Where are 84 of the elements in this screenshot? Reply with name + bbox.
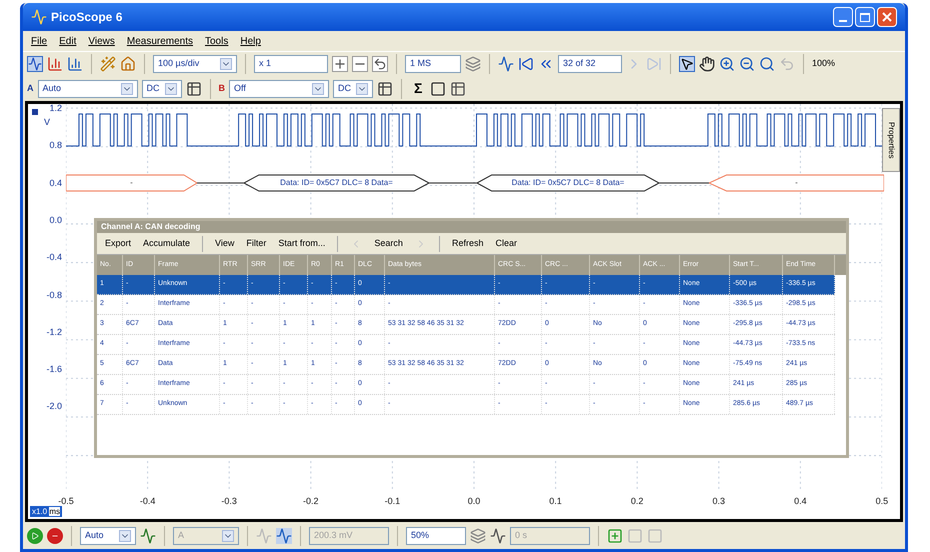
search-icon[interactable] bbox=[759, 56, 775, 72]
panel-title: Channel A: CAN decoding bbox=[101, 221, 202, 233]
y-axis-label: -1.2 bbox=[46, 326, 62, 339]
y-axis-label: -0.8 bbox=[46, 288, 62, 302]
toolbar-button[interactable]: Export bbox=[105, 236, 132, 250]
decode-label: - bbox=[130, 177, 133, 189]
decode-label: Data: ID= 0x5C7 DLC= 8 Data= bbox=[512, 177, 624, 189]
range-dropdown[interactable]: Auto bbox=[38, 80, 138, 98]
math-channels-button[interactable]: Σ bbox=[410, 78, 426, 99]
y-axis-label: 0.0 bbox=[49, 214, 62, 227]
toolbar-button[interactable]: Clear bbox=[495, 236, 517, 250]
y-axis-label: -1.6 bbox=[46, 363, 62, 376]
channel-options-icon[interactable] bbox=[186, 80, 202, 96]
window-title: PicoScope 6 bbox=[51, 9, 124, 26]
channel-marker-icon bbox=[32, 109, 38, 115]
x-axis-label: -0.4 bbox=[138, 495, 156, 508]
reference-icon[interactable] bbox=[430, 80, 446, 96]
play-icon[interactable] bbox=[31, 532, 39, 540]
trigger-mode-dropdown[interactable]: Auto bbox=[80, 526, 136, 544]
x-axis-label: -0.3 bbox=[220, 495, 238, 508]
zoom-in-icon[interactable] bbox=[719, 56, 735, 72]
channel-label: B bbox=[218, 82, 225, 95]
axis-unit: V bbox=[44, 116, 50, 129]
zoom-out-icon[interactable] bbox=[739, 56, 755, 72]
coupling-dropdown[interactable]: DC bbox=[333, 80, 373, 98]
toolbar-button[interactable]: Start from... bbox=[278, 236, 326, 250]
add-icon[interactable] bbox=[607, 528, 623, 544]
decode-bubble[interactable] bbox=[244, 174, 429, 192]
channel-options-icon[interactable] bbox=[377, 80, 393, 96]
channel-label: A bbox=[27, 82, 34, 95]
scope-view-icon[interactable] bbox=[27, 56, 43, 72]
minus-icon[interactable] bbox=[352, 56, 368, 72]
x-axis-label: 0.5 bbox=[874, 495, 890, 508]
pointer-icon[interactable] bbox=[679, 56, 695, 72]
x-axis-label: -0.2 bbox=[302, 495, 320, 508]
close-button[interactable] bbox=[877, 7, 897, 27]
properties-tab[interactable]: Properties bbox=[882, 108, 900, 172]
menu-item[interactable]: Edit bbox=[59, 34, 76, 48]
range-dropdown[interactable]: Off bbox=[229, 80, 329, 98]
y-axis-label: 1.2 bbox=[49, 102, 62, 115]
toolbar-button[interactable]: View bbox=[215, 236, 234, 250]
menu-item[interactable]: File bbox=[31, 34, 48, 48]
x-axis-label: -0.1 bbox=[384, 495, 402, 508]
menu-item[interactable]: Views bbox=[88, 34, 115, 48]
samples-field[interactable]: 1 MS bbox=[405, 55, 461, 73]
y-axis-label: -2.0 bbox=[46, 400, 62, 414]
toolbar-button[interactable]: Refresh bbox=[452, 236, 484, 250]
multiplier-field[interactable]: x 1 bbox=[254, 55, 328, 73]
pretrigger-field[interactable]: 50% bbox=[406, 526, 466, 544]
x-axis-label: 0.4 bbox=[793, 495, 808, 508]
x-axis-label: 0.2 bbox=[630, 495, 644, 508]
stop-button[interactable] bbox=[47, 528, 63, 544]
toolbar-button[interactable]: Filter bbox=[246, 236, 266, 250]
maximize-button[interactable] bbox=[855, 7, 875, 27]
first-buffer-icon[interactable] bbox=[518, 56, 534, 72]
coupling-dropdown[interactable]: DC bbox=[142, 80, 182, 98]
undo-icon[interactable] bbox=[372, 56, 388, 72]
toolbar-button[interactable]: Search bbox=[374, 236, 403, 250]
x-axis-label: 0.1 bbox=[548, 495, 563, 508]
y-axis-label: -0.4 bbox=[46, 251, 62, 264]
x-axis-label: 0.0 bbox=[466, 495, 482, 508]
decode-bubble[interactable] bbox=[477, 174, 659, 192]
decode-label: - bbox=[795, 177, 798, 189]
minimize-button[interactable] bbox=[833, 7, 853, 27]
toolbar-button[interactable]: Accumulate bbox=[143, 236, 190, 250]
hand-icon[interactable] bbox=[699, 56, 715, 72]
zoom-level: 100% bbox=[812, 57, 836, 70]
x-axis-label: 0.3 bbox=[711, 495, 726, 508]
x-scale-badge[interactable]: x1.0 ms bbox=[30, 506, 62, 517]
wand-icon[interactable] bbox=[100, 56, 116, 72]
y-axis-label: 0.8 bbox=[49, 139, 62, 152]
menu-item[interactable]: Help bbox=[240, 34, 261, 48]
menu-item[interactable]: Tools bbox=[205, 34, 228, 48]
close-icon[interactable] bbox=[882, 12, 892, 22]
grid-icon[interactable] bbox=[450, 80, 466, 96]
home-icon[interactable] bbox=[120, 56, 136, 72]
app-logo-icon bbox=[31, 9, 47, 25]
plus-icon[interactable] bbox=[332, 56, 348, 72]
decode-label: Data: ID= 0x5C7 DLC= 8 Data= bbox=[280, 177, 393, 189]
timebase-dropdown[interactable]: 100 µs/div bbox=[153, 55, 237, 73]
run-button[interactable] bbox=[27, 528, 43, 544]
buffer-field[interactable]: 32 of 32 bbox=[558, 55, 622, 73]
y-axis-label: 0.4 bbox=[49, 176, 62, 190]
menu-item[interactable]: Measurements bbox=[126, 34, 193, 48]
